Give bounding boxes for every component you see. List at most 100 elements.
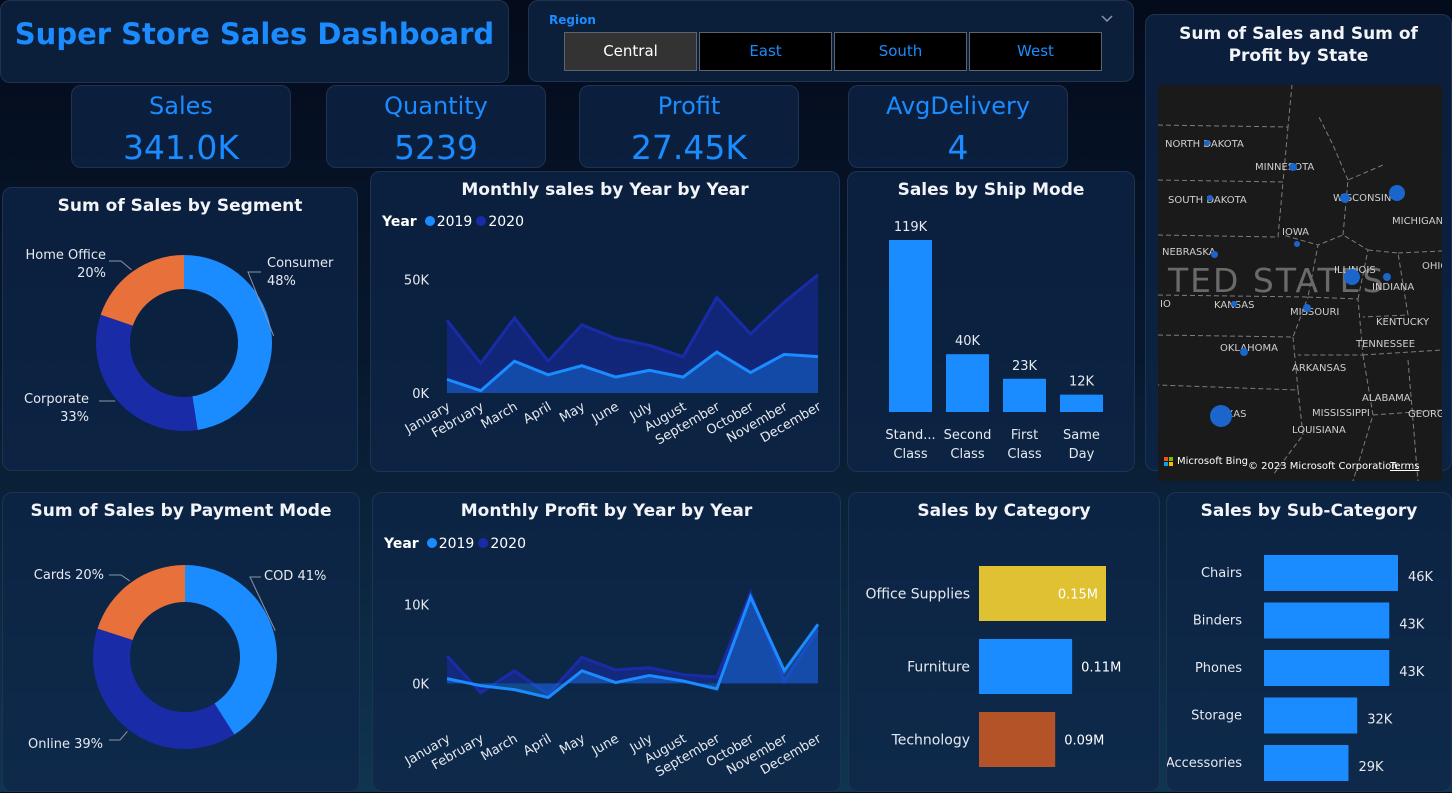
- bar-value-label: 23K: [1012, 359, 1038, 374]
- map-bubble[interactable]: [1383, 273, 1391, 281]
- subcategory-bar[interactable]: [1264, 603, 1389, 639]
- map-bubble[interactable]: [1204, 140, 1210, 146]
- x-tick-label: June: [589, 731, 622, 759]
- segment-donut-chart: Consumer48%Corporate33%Home Office20%: [3, 188, 359, 472]
- donut-label: 33%: [60, 410, 89, 425]
- subcategory-bar[interactable]: [1264, 698, 1357, 734]
- bar-value-label: 29K: [1358, 760, 1384, 775]
- slicer-option-west[interactable]: West: [969, 32, 1102, 71]
- donut-slice-home-office[interactable]: [101, 255, 184, 326]
- bar-value-label: 0.09M: [1064, 734, 1104, 749]
- category-bar[interactable]: [979, 639, 1072, 694]
- monthly-profit-card: Monthly Profit by Year by Year Year20192…: [372, 492, 841, 792]
- state-label: MISSOURI: [1290, 307, 1339, 318]
- donut-slice-cards[interactable]: [98, 565, 185, 640]
- y-tick-label: 10K: [404, 599, 430, 614]
- map-bubble[interactable]: [1240, 348, 1248, 356]
- donut-label: Online 39%: [28, 737, 103, 752]
- y-tick-label: 50K: [404, 273, 430, 288]
- payment-donut-chart: COD 41%Online 39%Cards 20%: [3, 493, 361, 793]
- subcategory-bar[interactable]: [1264, 745, 1348, 781]
- subcategory-chart: Chairs46KBinders43KPhones43KStorage32KAc…: [1167, 493, 1452, 793]
- chevron-down-icon[interactable]: [1101, 15, 1113, 23]
- donut-label: Home Office: [26, 248, 106, 263]
- kpi-quantity: Quantity 5239: [326, 85, 546, 168]
- state-label: KENTUCKY: [1376, 317, 1429, 328]
- state-label: MICHIGAN: [1392, 216, 1442, 227]
- x-tick-label: April: [521, 399, 554, 427]
- donut-slice-cod[interactable]: [185, 565, 277, 735]
- bar-value-label: 119K: [894, 220, 928, 235]
- category-chart: Office Supplies0.15MFurniture0.11MTechno…: [849, 493, 1161, 793]
- state-label: ARKANSAS: [1292, 363, 1346, 374]
- y-tick-label: Binders: [1193, 614, 1242, 629]
- map-bubble[interactable]: [1207, 195, 1213, 201]
- ship-mode-bar[interactable]: [946, 354, 989, 412]
- map-terms-link[interactable]: Terms: [1390, 461, 1419, 472]
- slicer-option-south[interactable]: South: [834, 32, 967, 71]
- map-bubble[interactable]: [1344, 269, 1360, 285]
- slicer-option-east[interactable]: East: [699, 32, 832, 71]
- leader-line: [109, 261, 132, 270]
- map-bubble[interactable]: [1389, 185, 1405, 201]
- donut-label: 48%: [267, 274, 296, 289]
- ship-mode-card: Sales by Ship Mode 119KStand...Class40KS…: [847, 171, 1135, 472]
- slicer-option-central[interactable]: Central: [564, 32, 697, 71]
- x-tick-label: March: [479, 731, 521, 764]
- kpi-label: Quantity: [327, 92, 545, 120]
- state-label: ALABAMA: [1362, 393, 1411, 404]
- map-bubble[interactable]: [1231, 301, 1237, 307]
- bar-value-label: 43K: [1399, 665, 1425, 680]
- kpi-value: 27.45K: [580, 128, 798, 167]
- bar-value-label: 46K: [1408, 570, 1434, 585]
- kpi-label: Profit: [580, 92, 798, 120]
- y-tick-label: Phones: [1195, 661, 1242, 676]
- kpi-label: AvgDelivery: [849, 92, 1067, 120]
- map-bubble[interactable]: [1210, 405, 1232, 427]
- map-bubble[interactable]: [1340, 193, 1350, 203]
- ship-mode-bar[interactable]: [889, 240, 932, 412]
- slicer-title: Region: [549, 13, 596, 27]
- state-label: MINNESOTA: [1255, 162, 1314, 173]
- x-tick-label: March: [479, 399, 521, 432]
- x-tick-label: Stand...: [885, 428, 935, 443]
- subcategory-bar[interactable]: [1264, 555, 1398, 591]
- bar-value-label: 40K: [955, 334, 981, 349]
- subcategory-card: Sales by Sub-Category Chairs46KBinders43…: [1166, 492, 1452, 792]
- donut-slice-corporate[interactable]: [96, 315, 198, 431]
- kpi-avg-delivery: AvgDelivery 4: [848, 85, 1068, 168]
- kpi-profit: Profit 27.45K: [579, 85, 799, 168]
- map-bubble[interactable]: [1294, 241, 1300, 247]
- x-tick-label: Class: [893, 447, 927, 462]
- donut-label: Consumer: [267, 256, 334, 271]
- title-card: Super Store Sales Dashboard: [0, 0, 509, 83]
- y-tick-label: Accessories: [1167, 756, 1242, 771]
- donut-slice-online[interactable]: [93, 629, 234, 749]
- donut-label: Corporate: [24, 392, 89, 407]
- microsoft-logo-icon: [1164, 457, 1174, 467]
- x-tick-label: Class: [950, 447, 984, 462]
- map-bubble[interactable]: [1211, 251, 1218, 258]
- category-bar[interactable]: [979, 712, 1055, 767]
- y-tick-label: Storage: [1191, 709, 1242, 724]
- map-bubble[interactable]: [1303, 304, 1311, 312]
- kpi-value: 4: [849, 128, 1067, 167]
- ship-mode-bar[interactable]: [1060, 395, 1103, 412]
- state-label: TENNESSEE: [1356, 339, 1415, 350]
- kpi-sales: Sales 341.0K: [71, 85, 291, 168]
- state-label: INDIANA: [1372, 282, 1414, 293]
- category-card: Sales by Category Office Supplies0.15MFu…: [848, 492, 1160, 792]
- bar-value-label: 32K: [1367, 713, 1393, 728]
- state-label: IO: [1160, 299, 1171, 310]
- state-map[interactable]: TED STATES NORTH DAKOTA MINNESOTA WISCON…: [1158, 85, 1442, 481]
- map-bubble[interactable]: [1289, 163, 1297, 171]
- leader-line: [109, 731, 127, 740]
- ship-mode-chart: 119KStand...Class40KSecondClass23KFirstC…: [848, 172, 1136, 473]
- donut-slice-consumer[interactable]: [184, 255, 272, 430]
- state-label: LOUISIANA: [1292, 425, 1346, 436]
- x-tick-label: May: [557, 399, 588, 426]
- kpi-value: 5239: [327, 128, 545, 167]
- ship-mode-bar[interactable]: [1003, 379, 1046, 412]
- subcategory-bar[interactable]: [1264, 650, 1389, 686]
- monthly-sales-chart: 0K50KJanuaryFebruaryMarchAprilMayJuneJul…: [371, 172, 841, 473]
